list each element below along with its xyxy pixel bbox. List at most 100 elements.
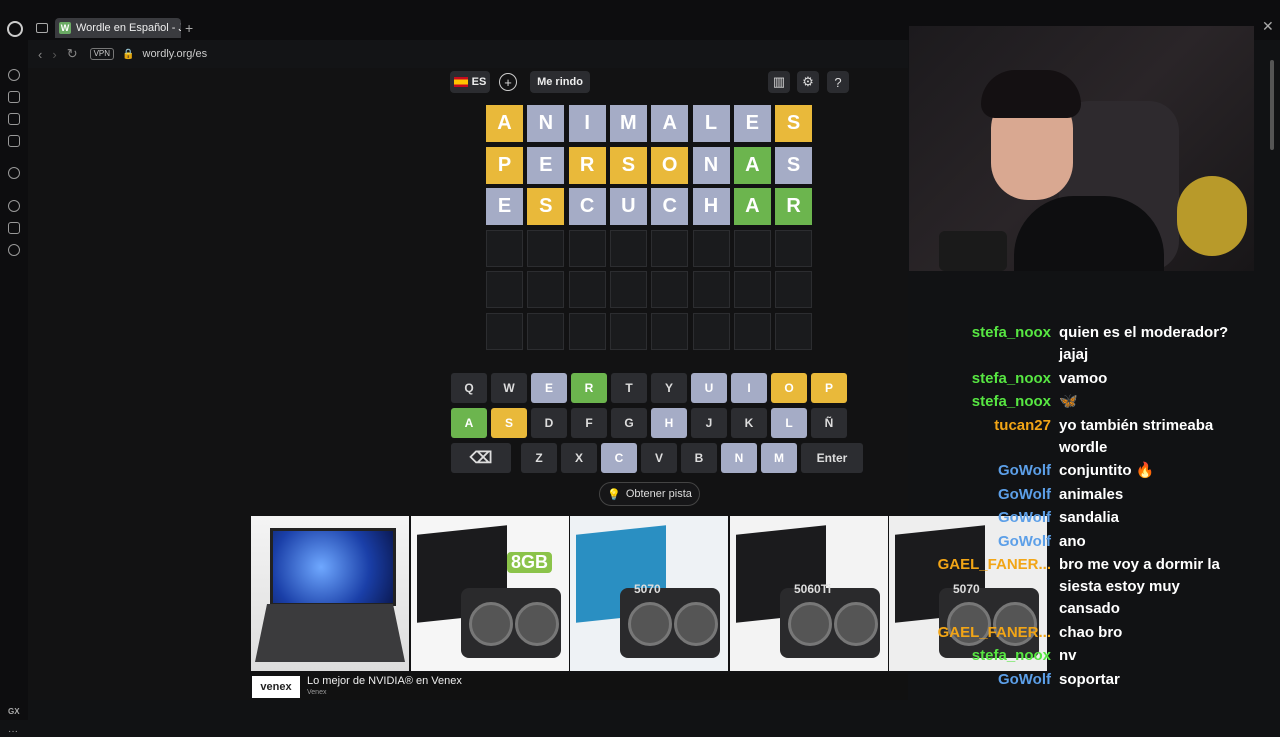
key-s[interactable]: S xyxy=(491,408,527,438)
board-tile xyxy=(609,312,647,350)
key-ñ[interactable]: Ñ xyxy=(811,408,847,438)
chat-username[interactable]: GAEL_FANER... xyxy=(909,554,1051,576)
sidebar-twitch-icon[interactable] xyxy=(8,113,20,125)
key-o[interactable]: O xyxy=(771,373,807,403)
board-tile xyxy=(609,271,647,308)
settings-gear-icon[interactable]: ⚙ xyxy=(797,71,819,93)
plush-toy xyxy=(1177,176,1247,256)
board-tile xyxy=(775,312,813,350)
key-g[interactable]: G xyxy=(611,408,647,438)
key-z[interactable]: Z xyxy=(521,443,557,473)
sidebar-more-icon[interactable]: ··· xyxy=(8,726,18,737)
board-tile xyxy=(568,312,606,350)
browser-sidebar: GX ··· xyxy=(0,40,28,737)
spain-flag-icon xyxy=(453,77,468,87)
tab-wordle[interactable]: W Wordle en Español - Juego xyxy=(55,18,181,38)
key-b[interactable]: B xyxy=(681,443,717,473)
key-d[interactable]: D xyxy=(531,408,567,438)
chat-username[interactable]: stefa_noox xyxy=(909,368,1051,390)
reload-icon[interactable]: ↻ xyxy=(67,46,78,62)
new-game-plus-icon[interactable]: + xyxy=(499,73,517,91)
key-t[interactable]: T xyxy=(611,373,647,403)
key-x[interactable]: X xyxy=(561,443,597,473)
forward-icon[interactable]: › xyxy=(52,47,56,62)
sidebar-bag-icon[interactable] xyxy=(8,91,20,103)
board-tile: O xyxy=(651,146,689,184)
board-tile: C xyxy=(651,188,689,225)
sidebar-extensions-icon[interactable] xyxy=(8,222,20,234)
chat-message: animales xyxy=(1059,485,1124,503)
key-y[interactable]: Y xyxy=(651,373,687,403)
sidebar-messenger-icon[interactable] xyxy=(8,135,20,147)
chat-username[interactable]: GoWolf xyxy=(909,507,1051,529)
language-selector[interactable]: ES xyxy=(450,71,490,93)
board-tile: N xyxy=(692,146,730,184)
ad-caption[interactable]: venex Lo mejor de NVIDIA® en Venex Venex xyxy=(252,674,908,700)
key-m[interactable]: M xyxy=(761,443,797,473)
chat-message: nv xyxy=(1059,647,1077,664)
board-tile: S xyxy=(609,146,647,184)
chat-username[interactable]: stefa_noox xyxy=(909,645,1051,667)
chat-username[interactable]: GoWolf xyxy=(909,669,1051,691)
sidebar-refresh-icon[interactable] xyxy=(8,69,20,81)
scrollbar-thumb[interactable] xyxy=(1270,60,1274,150)
enter-key[interactable]: Enter xyxy=(801,443,863,473)
chat-message: wordle xyxy=(1059,438,1108,456)
close-window-icon[interactable]: ✕ xyxy=(1262,18,1274,35)
key-w[interactable]: W xyxy=(491,373,527,403)
sidebar-history-icon[interactable] xyxy=(8,200,20,212)
tab-islands-icon[interactable] xyxy=(36,23,48,33)
key-c[interactable]: C xyxy=(601,443,637,473)
chat-username[interactable]: GAEL_FANER... xyxy=(909,622,1051,644)
key-i[interactable]: I xyxy=(731,373,767,403)
board-tile: E xyxy=(527,146,565,184)
hint-button[interactable]: 💡 Obtener pista xyxy=(599,482,700,506)
venex-logo: venex xyxy=(252,676,300,698)
key-l[interactable]: L xyxy=(771,408,807,438)
ad-product-1[interactable] xyxy=(251,516,409,671)
chat-username[interactable]: GoWolf xyxy=(909,531,1051,553)
key-k[interactable]: K xyxy=(731,408,767,438)
board-tile: M xyxy=(609,105,647,142)
vpn-badge[interactable]: VPN xyxy=(89,48,115,60)
key-u[interactable]: U xyxy=(691,373,727,403)
board-tile: E xyxy=(733,105,771,142)
ad-product-3[interactable]: 5070 xyxy=(570,516,728,671)
key-f[interactable]: F xyxy=(571,408,607,438)
chat-username[interactable]: tucan27 xyxy=(909,415,1051,437)
key-j[interactable]: J xyxy=(691,408,727,438)
ad-product-2[interactable]: 8GB xyxy=(411,516,569,671)
board-tile xyxy=(527,271,565,308)
help-icon[interactable]: ? xyxy=(827,71,849,93)
ad-subtitle: Venex xyxy=(307,689,327,696)
sidebar-ai-icon[interactable] xyxy=(8,167,20,179)
chat-username[interactable]: GoWolf xyxy=(909,460,1051,482)
ad-badge: 5070 xyxy=(634,582,661,596)
board-tile xyxy=(651,229,689,267)
key-p[interactable]: P xyxy=(811,373,847,403)
address-bar: ‹ › ↻ VPN 🔒 wordly.org/es xyxy=(28,40,908,68)
chat-username[interactable]: GoWolf xyxy=(909,484,1051,506)
new-tab-plus-icon[interactable]: + xyxy=(185,20,193,36)
gpu-fan-icon xyxy=(515,602,559,646)
backspace-key[interactable]: ⌫ xyxy=(451,443,511,473)
ad-product-4[interactable]: 5060Ti xyxy=(730,516,888,671)
key-q[interactable]: Q xyxy=(451,373,487,403)
chat-message: cansado xyxy=(1059,600,1120,617)
back-icon[interactable]: ‹ xyxy=(38,47,42,62)
key-n[interactable]: N xyxy=(721,443,757,473)
sidebar-settings-icon[interactable] xyxy=(8,244,20,256)
opera-logo-icon[interactable] xyxy=(7,21,23,37)
stats-icon[interactable]: ▥ xyxy=(768,71,790,93)
webcam-overlay xyxy=(909,26,1254,271)
url-field[interactable]: wordly.org/es xyxy=(143,48,208,60)
ad-title: Lo mejor de NVIDIA® en Venex xyxy=(307,675,462,687)
key-a[interactable]: A xyxy=(451,408,487,438)
key-r[interactable]: R xyxy=(571,373,607,403)
key-e[interactable]: E xyxy=(531,373,567,403)
chat-username[interactable]: stefa_noox xyxy=(909,391,1051,413)
chat-username[interactable]: stefa_noox xyxy=(909,322,1051,344)
give-up-button[interactable]: Me rindo xyxy=(530,71,590,93)
key-v[interactable]: V xyxy=(641,443,677,473)
key-h[interactable]: H xyxy=(651,408,687,438)
